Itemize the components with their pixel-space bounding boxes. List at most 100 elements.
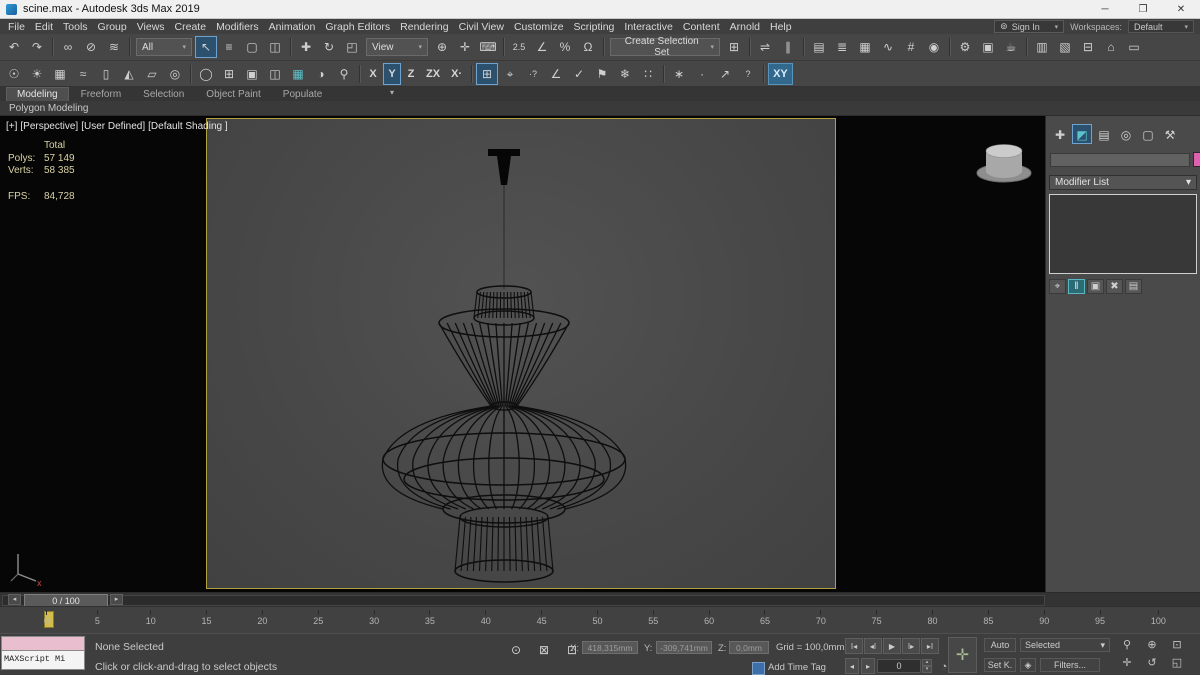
viewport-pov-menu[interactable]: [Perspective] bbox=[20, 121, 78, 132]
named-selection-sets-dropdown[interactable]: Create Selection Set ▾ bbox=[610, 36, 720, 58]
wireframe-chandelier-model[interactable] bbox=[207, 119, 837, 590]
selection-filter-dropdown[interactable]: All ▾ bbox=[136, 38, 192, 56]
viewcube[interactable] bbox=[972, 138, 1036, 188]
menu-item[interactable]: Rendering bbox=[400, 21, 448, 33]
maximize-button[interactable]: ❐ bbox=[1124, 0, 1162, 18]
tab-populate[interactable]: Populate bbox=[273, 88, 332, 101]
object-name-field[interactable] bbox=[1050, 152, 1190, 167]
keyboard-shortcut-override-icon[interactable]: ⌨ bbox=[477, 36, 499, 58]
menu-item[interactable]: Edit bbox=[35, 21, 53, 33]
go-to-end-button[interactable]: ▸I bbox=[921, 638, 939, 654]
x-axis-constraint-button[interactable]: X bbox=[364, 63, 382, 85]
grid-snap-toggle-icon[interactable]: ⊞ bbox=[476, 62, 499, 85]
ribbon-panel-title[interactable]: Polygon Modeling bbox=[9, 103, 89, 114]
pin-stack-icon[interactable]: ⌖ bbox=[1049, 279, 1066, 294]
snap-query-icon[interactable]: ·? bbox=[522, 63, 544, 85]
motion-tab-icon[interactable]: ◎ bbox=[1116, 124, 1136, 144]
grid-table-icon[interactable]: ⊟ bbox=[1077, 36, 1099, 58]
modifier-stack[interactable] bbox=[1049, 194, 1197, 274]
viewport-shading-menu[interactable]: [Default Shading ] bbox=[148, 121, 228, 132]
track-bar[interactable]: 0 5 10 15 20 25 30 35 40 45 50 55 60 65 70 75 80 85 90 95 10… bbox=[0, 606, 1200, 633]
menu-item[interactable]: Scripting bbox=[574, 21, 615, 33]
ring-icon[interactable]: ◯ bbox=[195, 63, 217, 85]
utilities-tab-icon[interactable]: ⚒ bbox=[1160, 124, 1180, 144]
menu-item[interactable]: Arnold bbox=[730, 21, 760, 33]
pan-icon[interactable]: ✛ bbox=[1118, 654, 1136, 671]
undo-icon[interactable]: ↶ bbox=[3, 36, 25, 58]
y-coord-field[interactable] bbox=[656, 641, 712, 654]
snaps-toggle-icon[interactable]: 2.5 bbox=[508, 36, 530, 58]
select-and-link-icon[interactable]: ∞ bbox=[57, 36, 79, 58]
maximize-viewport-toggle-icon[interactable]: ◱ bbox=[1168, 654, 1186, 671]
redo-icon[interactable]: ↷ bbox=[26, 36, 48, 58]
use-pivot-point-icon[interactable]: ⊕ bbox=[431, 36, 453, 58]
menu-item[interactable]: Graph Editors bbox=[325, 21, 390, 33]
zx-plane-constraint-button[interactable]: ZX bbox=[421, 63, 445, 85]
add-time-tag-button[interactable]: Add Time Tag bbox=[768, 662, 826, 673]
viewport[interactable]: [+] [Perspective] [User Defined] [Default S… bbox=[0, 116, 1045, 592]
viewport-user-menu[interactable]: [User Defined] bbox=[81, 121, 145, 132]
rendered-frame-window-icon[interactable]: ▣ bbox=[977, 36, 999, 58]
sun-icon[interactable]: ☀ bbox=[26, 63, 48, 85]
rectangular-selection-region-icon[interactable]: ▢ bbox=[241, 36, 263, 58]
zoom-region-icon[interactable]: ⊡ bbox=[1168, 636, 1186, 653]
select-and-rotate-icon[interactable]: ↻ bbox=[318, 36, 340, 58]
configure-modifier-sets-icon[interactable]: ▤ bbox=[1125, 279, 1142, 294]
tab-freeform[interactable]: Freeform bbox=[71, 88, 132, 101]
note-page-icon[interactable]: ▯ bbox=[95, 63, 117, 85]
bind-to-space-warp-icon[interactable]: ≋ bbox=[103, 36, 125, 58]
snap-target-icon[interactable]: ⌖ bbox=[499, 63, 521, 85]
menu-item[interactable]: Views bbox=[137, 21, 165, 33]
select-and-move-icon[interactable]: ✚ bbox=[295, 36, 317, 58]
angle-snap-icon[interactable]: ∠ bbox=[531, 36, 553, 58]
asset-browser-icon[interactable]: ⌂ bbox=[1100, 36, 1122, 58]
isolate-selection-icon[interactable]: ⊙ bbox=[505, 639, 527, 661]
remove-modifier-icon[interactable]: ✖ bbox=[1106, 279, 1123, 294]
prism-icon[interactable]: ◭ bbox=[118, 63, 140, 85]
frame-spinner-up-icon[interactable]: ▴ bbox=[922, 659, 932, 666]
percent-snap-icon[interactable]: % bbox=[554, 36, 576, 58]
z-coord-field[interactable] bbox=[729, 641, 769, 654]
zoom-extents-icon[interactable]: ⊕ bbox=[1143, 636, 1161, 653]
minimize-button[interactable]: ─ bbox=[1086, 0, 1124, 18]
torus-icon[interactable]: ◎ bbox=[164, 63, 186, 85]
make-unique-icon[interactable]: ▣ bbox=[1087, 279, 1104, 294]
axis-small-button[interactable]: X· bbox=[446, 63, 467, 85]
x-coord-field[interactable] bbox=[582, 641, 638, 654]
auto-key-button[interactable]: Auto bbox=[984, 638, 1016, 652]
spinner-snap-icon[interactable]: Ω bbox=[577, 36, 599, 58]
object-color-swatch[interactable] bbox=[1193, 152, 1200, 167]
menu-item[interactable]: Create bbox=[175, 21, 207, 33]
zoom-icon[interactable]: ⚲ bbox=[1118, 636, 1136, 653]
show-end-result-icon[interactable]: ‖ bbox=[1068, 279, 1085, 294]
hierarchy-tab-icon[interactable]: ▤ bbox=[1094, 124, 1114, 144]
check-icon[interactable]: ✓ bbox=[568, 63, 590, 85]
frame-spinner-down-icon[interactable]: ▾ bbox=[922, 666, 932, 673]
key-filters-button[interactable]: Filters... bbox=[1040, 658, 1100, 672]
arrow-small-icon[interactable]: ↗ bbox=[714, 63, 736, 85]
time-slider-track[interactable] bbox=[2, 595, 1045, 606]
set-key-button[interactable]: ✛ bbox=[948, 637, 977, 673]
ribbon-config-icon[interactable]: ▾ bbox=[386, 88, 398, 97]
reference-coordinate-dropdown[interactable]: View ▾ bbox=[366, 38, 428, 56]
render-setup-icon[interactable]: ⚙ bbox=[954, 36, 976, 58]
edit-named-selections-icon[interactable]: ⊞ bbox=[723, 36, 745, 58]
time-slider-prev-button[interactable]: ◂ bbox=[8, 594, 21, 605]
document-icon[interactable]: ▱ bbox=[141, 63, 163, 85]
menu-item[interactable]: Group bbox=[98, 21, 127, 33]
snowflake-icon[interactable]: ❄ bbox=[614, 63, 636, 85]
layer-manager-icon[interactable]: ≣ bbox=[831, 36, 853, 58]
selected-set-dropdown[interactable]: Selected ▾ bbox=[1020, 638, 1110, 652]
previous-frame-button[interactable]: ◂I bbox=[864, 638, 882, 654]
tab-object-paint[interactable]: Object Paint bbox=[196, 88, 270, 101]
orbit-icon[interactable]: ↺ bbox=[1143, 654, 1161, 671]
align-icon[interactable]: ∥ bbox=[777, 36, 799, 58]
unlink-selection-icon[interactable]: ⊘ bbox=[80, 36, 102, 58]
select-and-scale-icon[interactable]: ◰ bbox=[341, 36, 363, 58]
next-frame-button[interactable]: I▸ bbox=[902, 638, 920, 654]
menu-item[interactable]: Content bbox=[683, 21, 720, 33]
window-crossing-icon[interactable]: ◫ bbox=[264, 36, 286, 58]
menu-item[interactable]: Civil View bbox=[459, 21, 504, 33]
container-icon[interactable]: ◫ bbox=[264, 63, 286, 85]
menu-item[interactable]: Animation bbox=[269, 21, 316, 33]
